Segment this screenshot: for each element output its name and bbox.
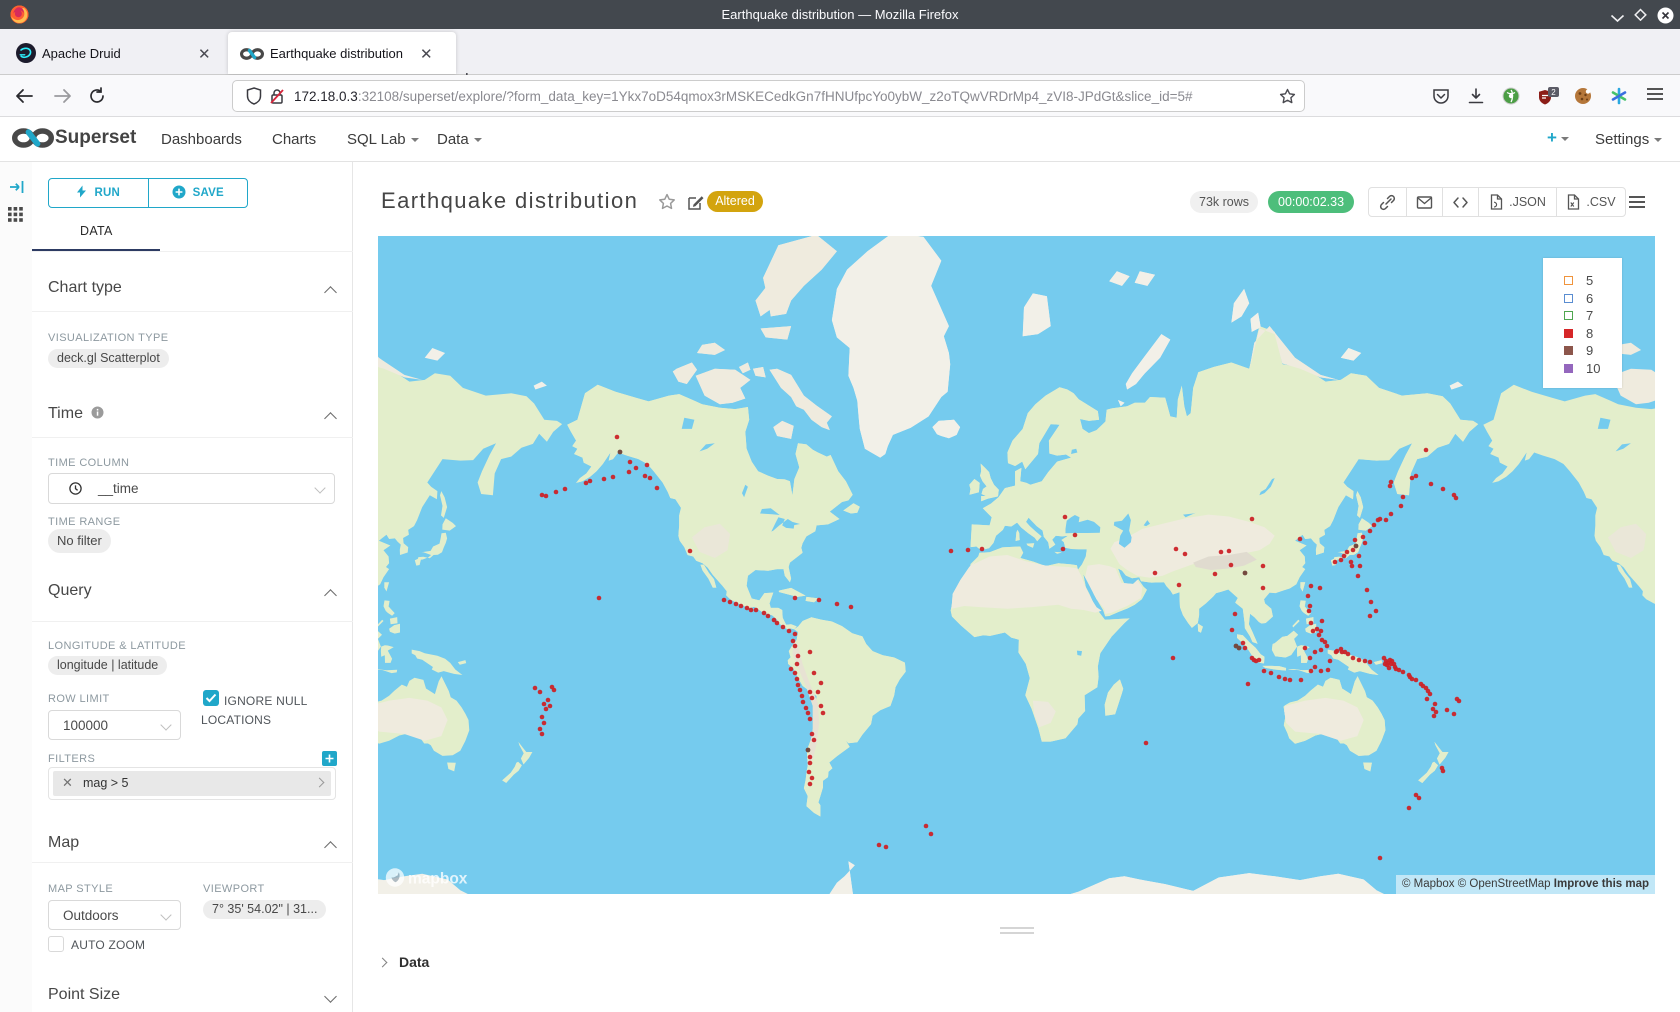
svg-text:mapbox: mapbox — [408, 871, 468, 888]
svg-text:2: 2 — [1551, 88, 1556, 97]
